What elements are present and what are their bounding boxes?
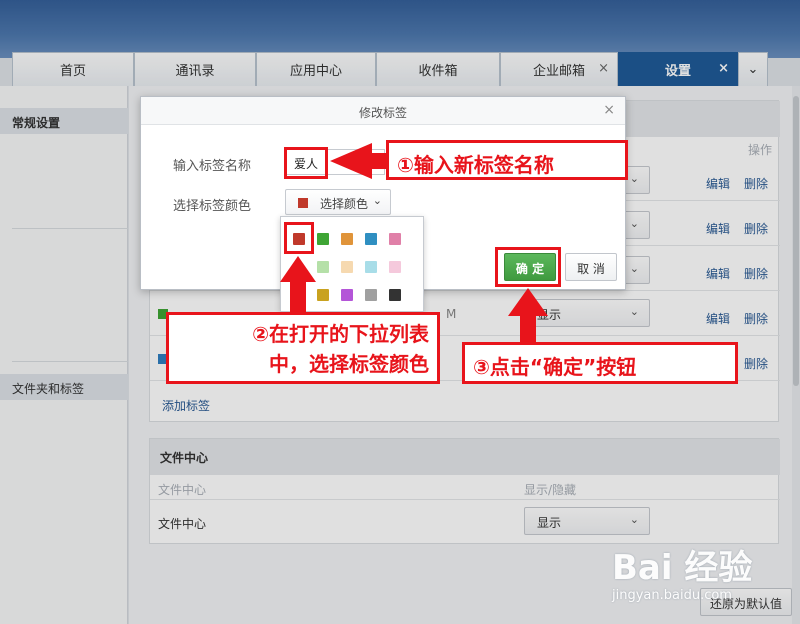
arrow-up-icon [280,256,316,316]
annotation-step3: ③点击“确定”按钮 [462,342,738,384]
annotation-step1: ①输入新标签名称 [386,140,628,180]
arrow-up-icon [508,288,548,344]
annotation-step2-line1: ②在打开的下拉列表 [252,322,429,346]
annotation-step2: ②在打开的下拉列表 中，选择标签颜色 [166,312,440,384]
arrow-left-icon [330,143,388,179]
annotation-step2-line2: 中，选择标签颜色 [269,352,429,376]
watermark-brand: Bai 经验 [612,548,753,588]
watermark-url: jingyan.baidu.com [612,588,732,603]
baidu-watermark: Bai 经验 jingyan.baidu.com [612,540,792,610]
